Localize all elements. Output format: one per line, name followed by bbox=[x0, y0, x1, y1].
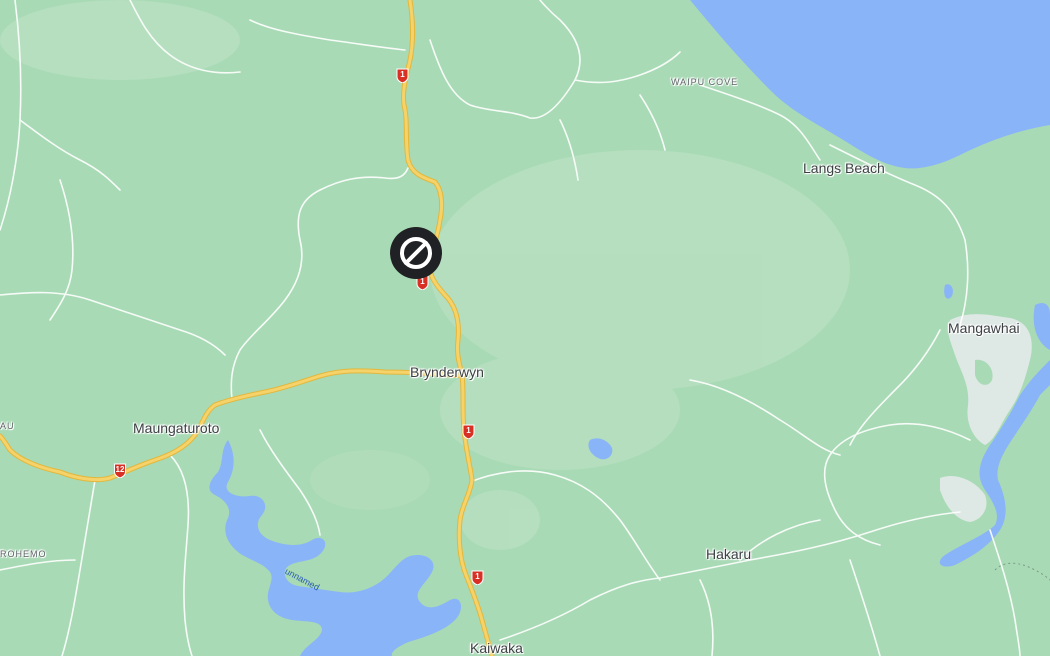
place-label-mangawhai[interactable]: Mangawhai bbox=[948, 320, 1020, 336]
map-view[interactable]: WAIPU COVE Langs Beach Mangawhai Brynder… bbox=[0, 0, 1050, 656]
state-highway-12-shield: 12 bbox=[112, 463, 128, 478]
place-label-kaiwaka[interactable]: Kaiwaka bbox=[470, 640, 523, 656]
road-closure-marker[interactable] bbox=[389, 226, 443, 280]
place-label-maungaturoto[interactable]: Maungaturoto bbox=[133, 420, 219, 436]
place-label-waipu-cove[interactable]: WAIPU COVE bbox=[671, 77, 738, 87]
place-label-brynderwyn[interactable]: Brynderwyn bbox=[410, 364, 484, 380]
state-highway-1-shield: 1 bbox=[396, 68, 409, 83]
map-base-layer bbox=[0, 0, 1050, 656]
no-entry-icon bbox=[390, 227, 442, 279]
place-label-au[interactable]: AU bbox=[0, 421, 15, 431]
state-highway-1-shield: 1 bbox=[471, 570, 484, 585]
place-label-rohemo[interactable]: ROHEMO bbox=[0, 549, 47, 559]
state-highway-1-shield: 1 bbox=[462, 424, 475, 439]
place-label-hakaru[interactable]: Hakaru bbox=[706, 546, 751, 562]
place-label-langs-beach[interactable]: Langs Beach bbox=[803, 160, 885, 176]
